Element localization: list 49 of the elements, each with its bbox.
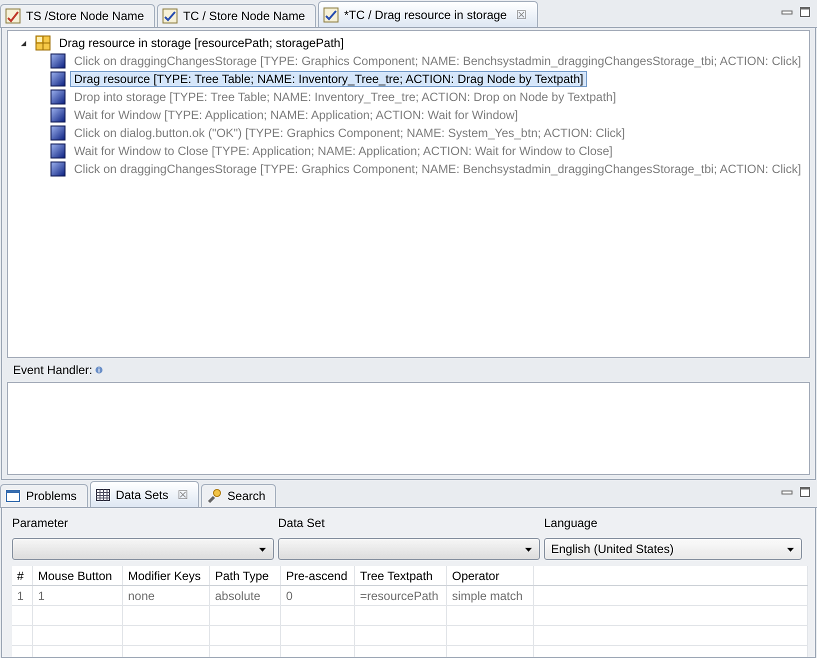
column-header[interactable]: Tree Textpath xyxy=(354,566,446,586)
test-step-icon xyxy=(50,89,66,105)
table-cell: 1 xyxy=(32,586,122,606)
table-cell: absolute xyxy=(210,586,280,606)
maximize-icon[interactable] xyxy=(799,486,811,498)
tree-item[interactable]: Drag resource in storage [resourcePath; storagePath] xyxy=(55,35,348,51)
table-cell: =resourcePath xyxy=(354,586,446,606)
column-header[interactable]: Path Type xyxy=(210,566,280,586)
field-label: Parameter xyxy=(12,516,70,530)
dropdown[interactable]: English (United States) xyxy=(544,538,802,560)
search-icon xyxy=(206,488,222,504)
dropdown[interactable] xyxy=(12,538,274,560)
tab[interactable]: Search xyxy=(201,484,276,507)
tree-item[interactable]: Drop into storage [TYPE: Tree Table; NAME: Inventory_Tree_tre; ACTION: Drop on Node by Textpath] xyxy=(70,89,620,105)
table-cell: none xyxy=(122,586,210,606)
event-handler-field[interactable] xyxy=(7,382,810,475)
column-header[interactable]: Modifier Keys xyxy=(122,566,210,586)
tree-item[interactable]: Click on draggingChangesStorage [TYPE: Graphics Component; NAME: Benchsystadmin_draggingChangesStorage_tbi; ACTION: Click] xyxy=(70,53,806,69)
column-header[interactable]: Pre-ascend xyxy=(280,566,354,586)
tab[interactable]: Data Sets ☒ xyxy=(90,481,200,507)
info-icon xyxy=(95,366,104,374)
tree-item[interactable]: Click on dialog.button.ok ("OK") [TYPE: Graphics Component; NAME: System_Yes_btn; ACTION: Click] xyxy=(70,125,629,141)
table-cell: 1 xyxy=(12,586,32,606)
tree-item[interactable]: Click on draggingChangesStorage [TYPE: Graphics Component; NAME: Benchsystadmin_draggingChangesStorage_tbi; ACTION: Click] xyxy=(70,161,806,177)
table-cell: 0 xyxy=(280,586,354,606)
tree-item[interactable]: Drag resource [TYPE: Tree Table; NAME: Inventory_Tree_tre; ACTION: Drag Node by Textpath] xyxy=(70,71,588,87)
test-step-icon xyxy=(50,53,66,69)
column-header[interactable]: Mouse Button xyxy=(32,566,122,586)
test-case-icon xyxy=(35,35,51,51)
tab[interactable]: TS /Store Node Name xyxy=(0,4,156,27)
maximize-icon[interactable] xyxy=(799,6,811,18)
tab[interactable]: TC / Store Node Name xyxy=(157,4,316,27)
tree-item[interactable]: Wait for Window [TYPE: Application; NAME: Application; ACTION: Wait for Window] xyxy=(70,107,522,123)
event-handler-label: Event Handler: xyxy=(13,363,92,377)
column-header[interactable]: # xyxy=(12,566,32,586)
tree-item[interactable]: Wait for Window to Close [TYPE: Application; NAME: Application; ACTION: Wait for Window to Close] xyxy=(70,143,617,159)
test-step-icon xyxy=(50,161,66,177)
table-cell: simple match xyxy=(446,586,534,606)
field-label: Language xyxy=(544,516,598,530)
tab[interactable]: *TC / Drag resource in storage ☒ xyxy=(318,1,538,27)
tab[interactable]: Problems xyxy=(0,484,88,507)
field-label: Data Set xyxy=(278,516,326,530)
column-header[interactable]: Operator xyxy=(446,566,534,586)
test-step-icon xyxy=(50,143,66,159)
test-step-icon xyxy=(50,125,66,141)
expand-toggle-icon[interactable] xyxy=(20,40,27,46)
test-step-icon xyxy=(50,107,66,123)
dropdown[interactable] xyxy=(278,538,540,560)
test-step-icon xyxy=(50,71,66,87)
